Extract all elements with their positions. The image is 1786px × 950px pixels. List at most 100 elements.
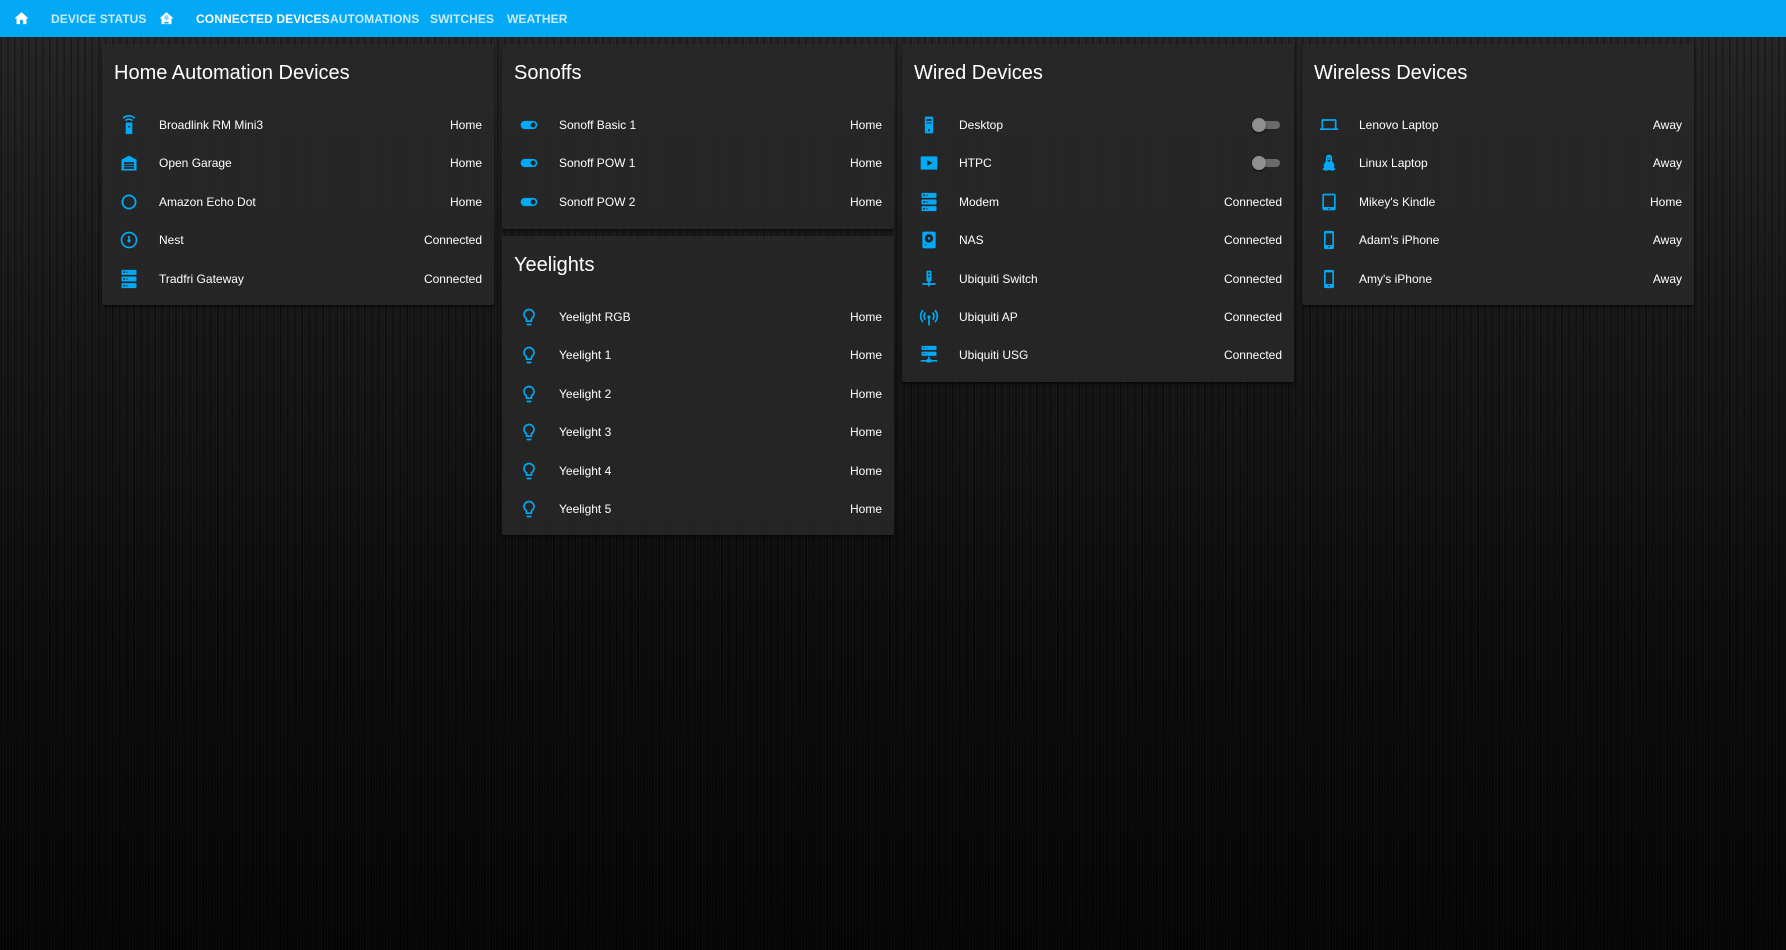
entity-row-amazon-echo-dot[interactable]: Amazon Echo Dot Home bbox=[102, 183, 494, 221]
entity-row-desktop[interactable]: Desktop bbox=[902, 106, 1294, 144]
entity-row-sonoff-pow-1[interactable]: Sonoff POW 1 Home bbox=[502, 144, 894, 182]
server-icon bbox=[918, 191, 940, 213]
entity-row-sonoff-basic-1[interactable]: Sonoff Basic 1 Home bbox=[502, 106, 894, 144]
entity-row-adams-iphone[interactable]: Adam's iPhone Away bbox=[1302, 221, 1694, 259]
desktop-switch-toggle[interactable] bbox=[1252, 118, 1282, 132]
desktop-tower-icon bbox=[918, 114, 940, 136]
tab-weather[interactable]: WEATHER bbox=[507, 0, 567, 37]
lightbulb-icon bbox=[518, 344, 540, 366]
wired-devices-card: Wired Devices Desktop HTPC Modem Connect… bbox=[902, 44, 1294, 382]
entity-name: Lenovo Laptop bbox=[1359, 118, 1439, 132]
entity-row-broadlink[interactable]: Broadlink RM Mini3 Home bbox=[102, 106, 494, 144]
entity-row-htpc[interactable]: HTPC bbox=[902, 144, 1294, 182]
tab-home[interactable] bbox=[10, 0, 32, 37]
entity-row-yeelight-1[interactable]: Yeelight 1 Home bbox=[502, 336, 894, 374]
entity-state: Connected bbox=[1223, 348, 1282, 363]
card-title: Home Automation Devices bbox=[114, 62, 350, 84]
entity-state: Away bbox=[1652, 118, 1682, 132]
entity-state: Home bbox=[849, 348, 882, 363]
entity-row-lenovo-laptop[interactable]: Lenovo Laptop Away bbox=[1302, 106, 1694, 144]
network-switch-icon bbox=[918, 268, 940, 290]
entity-row-tradfri-gateway[interactable]: Tradfri Gateway Connected bbox=[102, 260, 494, 298]
htpc-switch-toggle[interactable] bbox=[1252, 156, 1282, 171]
entity-name: Ubiquiti AP bbox=[959, 310, 1018, 324]
entity-name: Ubiquiti USG bbox=[959, 348, 1029, 363]
entity-name: Mikey's Kindle bbox=[1359, 194, 1436, 209]
top-toolbar: DEVICE STATUS CONNECTED DEVICES AUTOMATI… bbox=[0, 0, 1786, 37]
entity-row-mikeys-kindle[interactable]: Mikey's Kindle Home bbox=[1302, 183, 1694, 221]
tab-automations[interactable]: AUTOMATIONS bbox=[330, 0, 419, 37]
entity-name: Yeelight 2 bbox=[559, 386, 612, 401]
toggle-knob bbox=[1252, 118, 1266, 132]
entity-row-nest[interactable]: Nest Connected bbox=[102, 221, 494, 259]
entity-name: Yeelight 5 bbox=[559, 502, 612, 516]
entity-state: Home bbox=[449, 118, 482, 132]
tab-switches[interactable]: SWITCHES bbox=[430, 0, 494, 37]
entity-row-modem[interactable]: Modem Connected bbox=[902, 183, 1294, 221]
amazon-echo-icon bbox=[118, 191, 140, 213]
tab-connected-devices[interactable]: CONNECTED DEVICES bbox=[196, 0, 330, 37]
tablet-icon bbox=[1318, 191, 1340, 213]
home-automation-icon bbox=[158, 10, 175, 27]
entity-state: Home bbox=[849, 118, 882, 132]
sonoffs-card: Sonoffs Sonoff Basic 1 Home Sonoff POW 1… bbox=[502, 44, 894, 229]
lightbulb-icon bbox=[518, 421, 540, 443]
entity-state: Away bbox=[1652, 156, 1682, 171]
toggle-switch-icon bbox=[518, 114, 540, 136]
lightbulb-icon bbox=[518, 383, 540, 405]
entity-state: Home bbox=[1649, 194, 1682, 209]
linux-penguin-icon bbox=[1318, 152, 1340, 174]
entity-name: Nest bbox=[159, 233, 184, 248]
lightbulb-icon bbox=[518, 460, 540, 482]
entity-state: Home bbox=[849, 386, 882, 401]
entity-name: HTPC bbox=[959, 156, 992, 171]
entity-row-open-garage[interactable]: Open Garage Home bbox=[102, 144, 494, 182]
entity-state: Home bbox=[849, 463, 882, 478]
tab-device-status[interactable]: DEVICE STATUS bbox=[51, 0, 147, 37]
access-point-icon bbox=[918, 306, 940, 328]
entity-state: Home bbox=[849, 425, 882, 440]
entity-row-ubiquiti-usg[interactable]: Ubiquiti USG Connected bbox=[902, 336, 1294, 374]
entity-state: Home bbox=[849, 310, 882, 324]
entity-name: Amazon Echo Dot bbox=[159, 194, 256, 209]
entity-row-sonoff-pow-2[interactable]: Sonoff POW 2 Home bbox=[502, 183, 894, 221]
entity-name: Sonoff Basic 1 bbox=[559, 118, 637, 132]
toggle-switch-icon bbox=[518, 152, 540, 174]
entity-row-yeelight-2[interactable]: Yeelight 2 Home bbox=[502, 375, 894, 413]
entity-name: Yeelight 3 bbox=[559, 425, 612, 440]
entity-state: Home bbox=[849, 156, 882, 171]
remote-icon bbox=[118, 114, 140, 136]
toggle-knob bbox=[1252, 156, 1266, 171]
entity-name: Tradfri Gateway bbox=[159, 271, 244, 286]
entity-name: NAS bbox=[959, 233, 984, 248]
entity-row-nas[interactable]: NAS Connected bbox=[902, 221, 1294, 259]
wireless-devices-card: Wireless Devices Lenovo Laptop Away Linu… bbox=[1302, 44, 1694, 305]
entity-row-linux-laptop[interactable]: Linux Laptop Away bbox=[1302, 144, 1694, 182]
toggle-switch-icon bbox=[518, 191, 540, 213]
entity-name: Sonoff POW 1 bbox=[559, 156, 636, 171]
entity-state: Connected bbox=[423, 233, 482, 248]
entity-name: Desktop bbox=[959, 118, 1004, 132]
entity-row-yeelight-3[interactable]: Yeelight 3 Home bbox=[502, 413, 894, 451]
card-title: Sonoffs bbox=[514, 62, 582, 84]
entity-row-yeelight-5[interactable]: Yeelight 5 Home bbox=[502, 490, 894, 528]
entity-name: Linux Laptop bbox=[1359, 156, 1428, 171]
card-title: Yeelights bbox=[514, 254, 595, 276]
entity-state: Connected bbox=[1223, 194, 1282, 209]
entity-state: Home bbox=[449, 156, 482, 171]
entity-row-yeelight-4[interactable]: Yeelight 4 Home bbox=[502, 452, 894, 490]
garage-icon bbox=[118, 152, 140, 174]
tab-home-automation[interactable] bbox=[155, 0, 177, 37]
laptop-icon bbox=[1318, 114, 1340, 136]
entity-row-ubiquiti-switch[interactable]: Ubiquiti Switch Connected bbox=[902, 260, 1294, 298]
lightbulb-icon bbox=[518, 498, 540, 520]
entity-row-yeelight-rgb[interactable]: Yeelight RGB Home bbox=[502, 298, 894, 336]
home-automation-devices-card: Home Automation Devices Broadlink RM Min… bbox=[102, 44, 494, 305]
entity-name: Ubiquiti Switch bbox=[959, 271, 1038, 286]
entity-name: Adam's iPhone bbox=[1359, 233, 1440, 248]
entity-row-amys-iphone[interactable]: Amy's iPhone Away bbox=[1302, 260, 1694, 298]
nest-thermostat-icon bbox=[118, 229, 140, 251]
entity-row-ubiquiti-ap[interactable]: Ubiquiti AP Connected bbox=[902, 298, 1294, 336]
card-title: Wired Devices bbox=[914, 62, 1043, 84]
card-title: Wireless Devices bbox=[1314, 62, 1468, 84]
